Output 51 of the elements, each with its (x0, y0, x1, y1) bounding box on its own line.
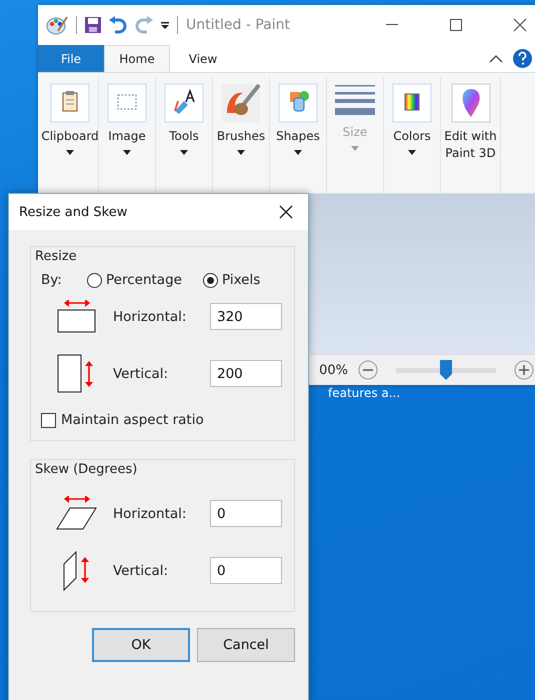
field-label: Vertical: (113, 562, 170, 578)
shapes-icon (278, 83, 318, 123)
window-title: Untitled - Paint (186, 17, 290, 33)
zoom-level: 00% (319, 362, 348, 378)
palette-icon (46, 15, 68, 35)
by-label: By: (41, 272, 63, 288)
close-icon (513, 18, 527, 32)
ribbon-group-button[interactable]: Image (99, 77, 156, 193)
selection-rectangle-icon (107, 83, 147, 123)
number-field[interactable]: 0 (210, 500, 282, 527)
field-label: Horizontal: (113, 308, 188, 324)
ribbon-group-button[interactable]: Shapes (270, 77, 327, 193)
ribbon-group-button[interactable]: Clipboard (42, 77, 99, 193)
collapse-ribbon-icon[interactable] (489, 54, 503, 62)
ok-button[interactable]: OK (92, 628, 190, 662)
close-icon (279, 205, 293, 219)
aspect-ratio-checkbox[interactable]: Maintain aspect ratio (41, 412, 284, 428)
desktop-icon-label: features a... (328, 386, 400, 400)
ribbon-tab[interactable]: Home (104, 45, 170, 72)
slider-thumb[interactable] (440, 360, 452, 380)
maximize-icon (450, 19, 462, 31)
file-menu-tab[interactable]: File (38, 45, 104, 72)
ribbon-group-button[interactable]: Edit with Paint 3D (441, 77, 501, 193)
paintbrush-icon (221, 83, 261, 123)
number-field[interactable]: 200 (210, 360, 282, 387)
color-palette-icon (392, 83, 432, 123)
group-title: Skew (Degrees) (35, 462, 138, 477)
ribbon-group-button[interactable]: Colors (384, 77, 441, 193)
zoom-out-icon[interactable] (358, 360, 378, 380)
field-label: Vertical: (113, 366, 170, 382)
minimize-icon (386, 24, 398, 26)
cancel-button[interactable]: Cancel (197, 628, 295, 662)
number-field[interactable]: 320 (210, 303, 282, 330)
unit-radio[interactable]: Pixels (203, 272, 260, 288)
clipboard-icon (50, 83, 90, 123)
help-icon[interactable] (513, 49, 532, 68)
wide-rectangle-icon (57, 300, 97, 334)
undo-icon[interactable] (109, 16, 127, 34)
field-label: Horizontal: (113, 506, 188, 522)
group-title: Resize (35, 249, 78, 264)
parallelogram-icon (56, 496, 98, 532)
unit-radio[interactable]: Percentage (87, 272, 203, 288)
ribbon-group-button[interactable]: Tools (156, 77, 213, 193)
dialog-title: Resize and Skew (19, 204, 128, 220)
pencil-and-letter-icon (164, 83, 204, 123)
number-field[interactable]: 0 (210, 557, 282, 584)
dropdown-caret-icon[interactable] (161, 22, 169, 28)
ribbon-group-button[interactable]: Brushes (213, 77, 270, 193)
zoom-in-icon[interactable] (514, 360, 534, 380)
save-icon[interactable] (85, 17, 101, 33)
color-drop-icon (450, 83, 490, 123)
